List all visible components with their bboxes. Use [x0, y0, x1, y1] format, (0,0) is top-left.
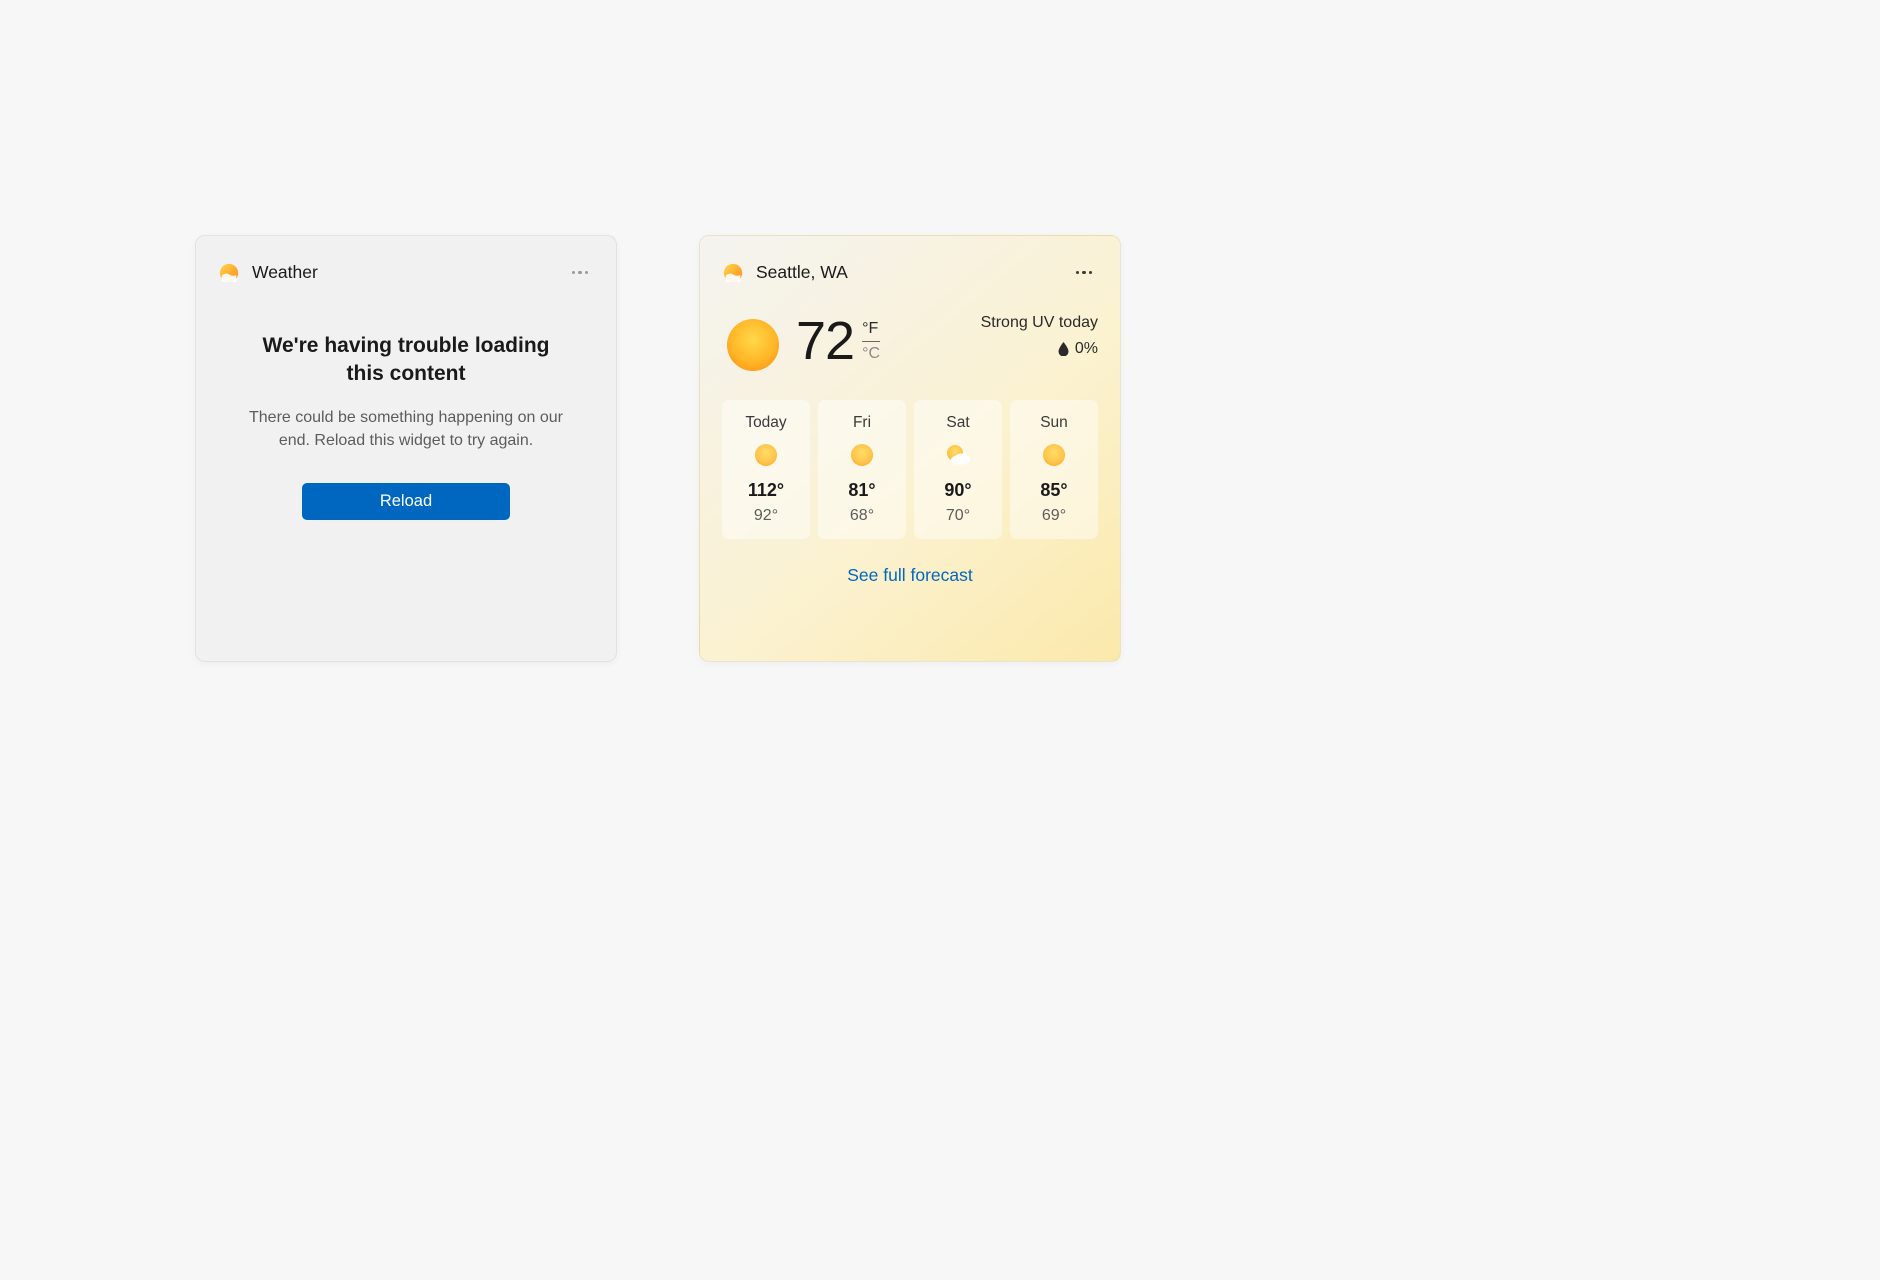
current-conditions: 72 °F °C Strong UV today 0%: [722, 314, 1098, 372]
widget-header: Seattle, WA: [700, 236, 1120, 292]
sun-icon: [849, 442, 875, 468]
forecast-day[interactable]: Fri 81° 68°: [818, 400, 906, 539]
see-full-forecast-link[interactable]: See full forecast: [722, 565, 1098, 594]
day-high-temp: 81°: [848, 480, 875, 501]
forecast-row: Today 112° 92° Fri 81° 68° Sat 90° 70° Sun 85° 69°: [722, 400, 1098, 539]
widget-header: Weather: [196, 236, 616, 292]
partly-cloudy-icon: [945, 442, 971, 468]
day-name: Sun: [1040, 414, 1068, 432]
conditions-info: Strong UV today 0%: [981, 314, 1098, 358]
day-high-temp: 90°: [944, 480, 971, 501]
weather-error-widget: Weather We're having trouble loading thi…: [195, 235, 617, 662]
sun-icon: [753, 442, 779, 468]
day-high-temp: 112°: [748, 480, 784, 501]
more-icon: [1076, 271, 1093, 274]
day-name: Today: [745, 414, 786, 432]
unit-celsius[interactable]: °C: [862, 342, 880, 363]
day-name: Fri: [853, 414, 871, 432]
forecast-day[interactable]: Sun 85° 69°: [1010, 400, 1098, 539]
reload-button[interactable]: Reload: [302, 483, 510, 520]
unit-fahrenheit[interactable]: °F: [862, 320, 880, 342]
error-body: We're having trouble loading this conten…: [196, 292, 616, 661]
droplet-icon: [1058, 342, 1069, 356]
more-options-button[interactable]: [566, 262, 594, 284]
temperature-block: 72 °F °C: [796, 314, 880, 368]
uv-warning: Strong UV today: [981, 314, 1098, 332]
day-low-temp: 69°: [1042, 507, 1066, 525]
forecast-day[interactable]: Today 112° 92°: [722, 400, 810, 539]
precipitation: 0%: [981, 340, 1098, 358]
weather-body: 72 °F °C Strong UV today 0% Today 112° 92°…: [700, 292, 1120, 661]
error-description: There could be something happening on ou…: [246, 406, 566, 452]
day-name: Sat: [946, 414, 969, 432]
weather-app-icon: [218, 262, 240, 284]
unit-toggle: °F °C: [862, 320, 880, 363]
sun-icon: [1041, 442, 1067, 468]
day-low-temp: 92°: [754, 507, 778, 525]
current-temperature: 72: [796, 314, 854, 368]
more-icon: [572, 271, 589, 274]
more-options-button[interactable]: [1070, 262, 1098, 284]
error-heading: We're having trouble loading this conten…: [244, 332, 568, 389]
forecast-day[interactable]: Sat 90° 70°: [914, 400, 1002, 539]
day-high-temp: 85°: [1040, 480, 1067, 501]
widget-title: Weather: [252, 262, 318, 283]
location-title: Seattle, WA: [756, 262, 848, 283]
sun-icon: [726, 318, 780, 372]
precipitation-value: 0%: [1075, 340, 1098, 358]
day-low-temp: 68°: [850, 507, 874, 525]
weather-app-icon: [722, 262, 744, 284]
weather-widget: Seattle, WA 72 °F °C Strong UV today: [699, 235, 1121, 662]
day-low-temp: 70°: [946, 507, 970, 525]
